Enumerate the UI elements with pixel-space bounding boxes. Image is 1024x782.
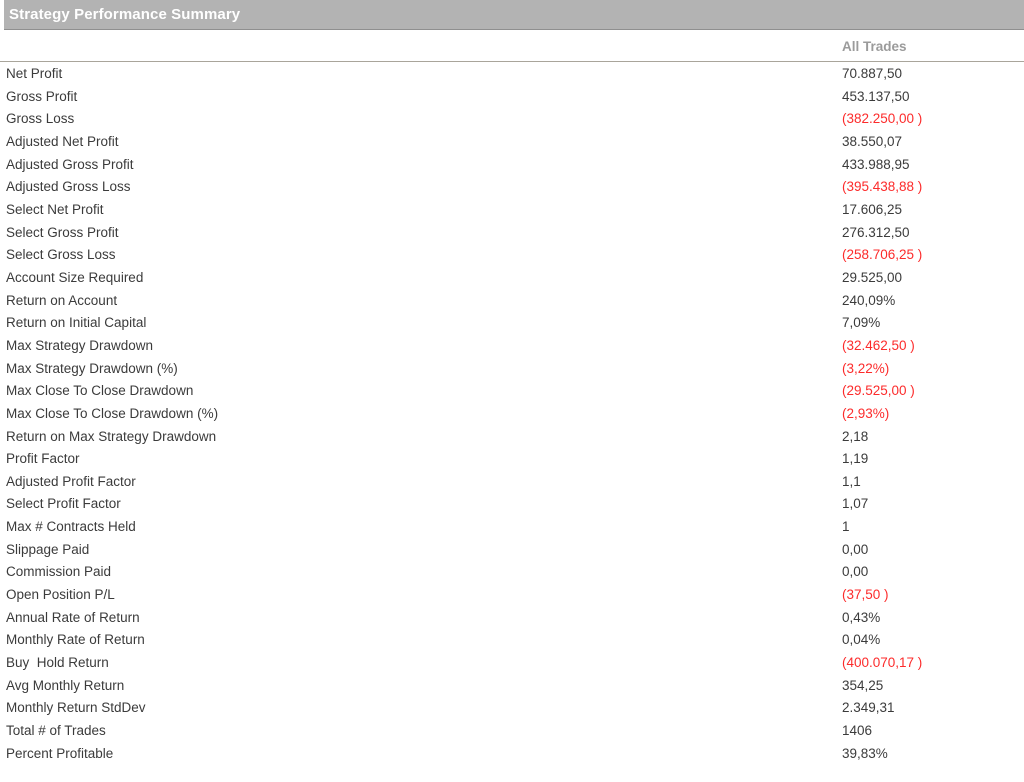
metric-value-all-trades: 0,43% — [842, 609, 881, 625]
metric-value-all-trades: 38.550,07 — [842, 133, 903, 149]
table-row: Max Close To Close Drawdown (29.525,00 ) — [0, 380, 1024, 403]
table-row: Return on Max Strategy Drawdown 2,18 — [0, 426, 1024, 449]
metric-value-all-trades: 1,07 — [842, 496, 869, 512]
metric-value-all-trades: (37,50 ) — [842, 587, 889, 603]
metric-label: Profit Factor — [6, 451, 80, 467]
table-row: Avg Monthly Return 354,25 — [0, 675, 1024, 698]
metric-label: Max Close To Close Drawdown (%) — [6, 405, 219, 421]
table-row: Net Profit 70.887,50 — [0, 63, 1024, 86]
table-row: Max Close To Close Drawdown (%) (2,93%) — [0, 403, 1024, 426]
metric-value-all-trades: 354,25 — [842, 677, 884, 693]
metric-label: Adjusted Gross Loss — [6, 179, 131, 195]
metric-value-all-trades: 7,09% — [842, 315, 881, 331]
metric-value-all-trades: 453.137,50 — [842, 88, 910, 104]
table-row: Adjusted Gross Profit 433.988,95 — [0, 154, 1024, 177]
table-row: Select Gross Profit 276.312,50 — [0, 222, 1024, 245]
table-row: Return on Account 240,09% — [0, 290, 1024, 313]
table-row: Gross Profit 453.137,50 — [0, 86, 1024, 109]
metric-value-all-trades: (32.462,50 ) — [842, 337, 915, 353]
metric-label: Annual Rate of Return — [6, 609, 140, 625]
table-row: Commission Paid 0,00 — [0, 561, 1024, 584]
table-row: Profit Factor 1,19 — [0, 448, 1024, 471]
metric-value-all-trades: (2,93%) — [842, 405, 890, 421]
metric-value-all-trades: (3,22%) — [842, 360, 890, 376]
table-row: Buy Hold Return (400.070,17 ) — [0, 652, 1024, 675]
page-title: Strategy Performance Summary — [9, 5, 241, 23]
strategy-performance-report: Strategy Performance Summary All Trades … — [0, 0, 1024, 782]
table-body: Net Profit 70.887,50 Gross Profit 453.137,5… — [0, 63, 1024, 782]
metric-label: Select Net Profit — [6, 201, 104, 217]
table-row: Total # of Trades 1406 — [0, 720, 1024, 743]
metric-value-all-trades: (400.070,17 ) — [842, 655, 923, 671]
metric-value-all-trades: 0,00 — [842, 564, 869, 580]
metric-label: Max Strategy Drawdown — [6, 337, 154, 353]
table-row: Select Profit Factor 1,07 — [0, 493, 1024, 516]
metric-value-all-trades: 0,00 — [842, 541, 869, 557]
table-row: Slippage Paid 0,00 — [0, 539, 1024, 562]
metric-label: Return on Initial Capital — [6, 315, 147, 331]
table-row: Adjusted Gross Loss (395.438,88 ) — [0, 176, 1024, 199]
metric-value-all-trades: 29.525,00 — [842, 269, 903, 285]
metric-value-all-trades: (29.525,00 ) — [842, 383, 915, 399]
table-row: Max Strategy Drawdown (%) (3,22%) — [0, 358, 1024, 381]
column-header-all-trades: All Trades — [842, 39, 907, 54]
metric-label: Max Close To Close Drawdown — [6, 383, 194, 399]
metric-label: Monthly Return StdDev — [6, 700, 146, 716]
table-row: Adjusted Net Profit 38.550,07 — [0, 131, 1024, 154]
metric-value-all-trades: 39,83% — [842, 745, 888, 761]
metric-label: Return on Account — [6, 292, 118, 308]
metric-value-all-trades: (258.706,25 ) — [842, 247, 923, 263]
table-row: Adjusted Profit Factor 1,1 — [0, 471, 1024, 494]
metric-label: Adjusted Gross Profit — [6, 156, 134, 172]
table-row: Gross Loss (382.250,00 ) — [0, 108, 1024, 131]
metric-value-all-trades: 1406 — [842, 723, 873, 739]
table-row: Annual Rate of Return 0,43% — [0, 607, 1024, 630]
metric-value-all-trades: 433.988,95 — [842, 156, 910, 172]
table-row: Monthly Rate of Return 0,04% — [0, 629, 1024, 652]
metric-value-all-trades: 2.349,31 — [842, 700, 895, 716]
metric-label: Buy Hold Return — [6, 655, 109, 671]
metric-label: Gross Profit — [6, 88, 78, 104]
metric-label: Return on Max Strategy Drawdown — [6, 428, 217, 444]
table-row: Max Strategy Drawdown (32.462,50 ) — [0, 335, 1024, 358]
metric-label: Adjusted Profit Factor — [6, 473, 136, 489]
metric-value-all-trades: 1,19 — [842, 451, 869, 467]
metric-value-all-trades: 70.887,50 — [842, 66, 903, 81]
metric-value-all-trades: (382.250,00 ) — [842, 111, 923, 127]
metric-label: Adjusted Net Profit — [6, 133, 119, 149]
metric-value-all-trades: 240,09% — [842, 292, 896, 308]
metric-label: Max Strategy Drawdown (%) — [6, 360, 178, 376]
table-row: Select Gross Loss (258.706,25 ) — [0, 244, 1024, 267]
table-row: Account Size Required 29.525,00 — [0, 267, 1024, 290]
table-row: Percent Profitable 39,83% — [0, 743, 1024, 766]
metric-label: Total # of Trades — [6, 723, 106, 739]
metric-label: Net Profit — [6, 66, 63, 81]
metric-label: Open Position P/L — [6, 587, 115, 603]
metric-label: Slippage Paid — [6, 541, 90, 557]
metric-value-all-trades: 276.312,50 — [842, 224, 910, 240]
table-column-header-row: All Trades — [0, 31, 1024, 62]
metric-label: Select Gross Profit — [6, 224, 119, 240]
metric-value-all-trades: (395.438,88 ) — [842, 179, 923, 195]
metric-value-all-trades: 1,1 — [842, 473, 861, 489]
metric-value-all-trades: 1 — [842, 519, 850, 535]
table-row: Max # Contracts Held 1 — [0, 516, 1024, 539]
metric-label: Account Size Required — [6, 269, 144, 285]
table-row: Select Net Profit 17.606,25 — [0, 199, 1024, 222]
metric-label: Monthly Rate of Return — [6, 632, 145, 648]
metric-label: Max # Contracts Held — [6, 519, 136, 535]
metric-label: Gross Loss — [6, 111, 75, 127]
metric-label: Select Gross Loss — [6, 247, 116, 263]
report-title-bar: Strategy Performance Summary — [4, 0, 1024, 30]
metric-label: Commission Paid — [6, 564, 112, 580]
table-row: Monthly Return StdDev 2.349,31 — [0, 697, 1024, 720]
table-row: Open Position P/L (37,50 ) — [0, 584, 1024, 607]
metric-label: Select Profit Factor — [6, 496, 121, 512]
metric-value-all-trades: 2,18 — [842, 428, 869, 444]
metric-label: Avg Monthly Return — [6, 677, 125, 693]
table-row: Return on Initial Capital 7,09% — [0, 312, 1024, 335]
metric-value-all-trades: 0,04% — [842, 632, 881, 648]
metric-value-all-trades: 17.606,25 — [842, 201, 903, 217]
metric-label: Percent Profitable — [6, 745, 114, 761]
